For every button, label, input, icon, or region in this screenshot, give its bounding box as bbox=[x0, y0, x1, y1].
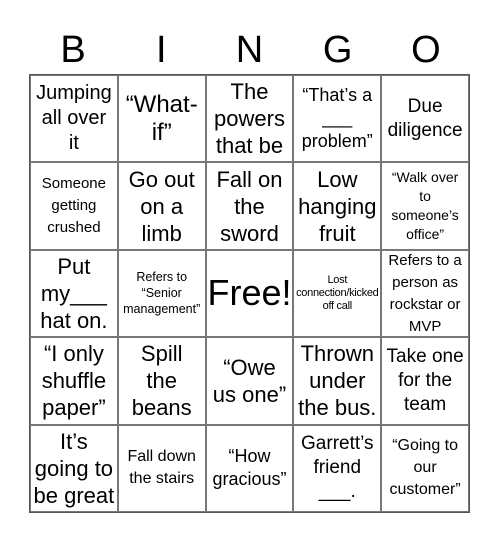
cell-text: “I only shuffle paper” bbox=[41, 341, 107, 421]
cell-text: The powers that be bbox=[214, 79, 285, 159]
bingo-cell[interactable]: “Walk over to someone’s office” bbox=[381, 162, 469, 250]
bingo-cell[interactable]: The powers that be bbox=[205, 75, 294, 163]
bingo-cell[interactable]: “How gracious” bbox=[205, 424, 294, 512]
free-space-cell[interactable]: Free! bbox=[205, 249, 294, 338]
bingo-cell[interactable]: “What- if” bbox=[117, 75, 206, 163]
cell-text: “Owe us one” bbox=[212, 354, 287, 407]
bingo-cell[interactable]: Put my___ hat on. bbox=[30, 249, 118, 338]
cell-text: Low hanging fruit bbox=[298, 166, 377, 246]
bingo-cell[interactable]: Lost connection/kicked off call bbox=[293, 249, 382, 338]
cell-text: “Going to our customer” bbox=[389, 437, 461, 499]
cell-text: “How gracious” bbox=[212, 446, 287, 490]
cell-text: “That’s a ___ problem” bbox=[301, 85, 373, 152]
cell-text: Fall down the stairs bbox=[127, 448, 196, 488]
bingo-cell[interactable]: Refers to a person as rockstar or MVP bbox=[381, 249, 469, 338]
header-letter-g: G bbox=[322, 29, 353, 71]
cell-text: Refers to “Senior management” bbox=[123, 270, 201, 317]
cell-text: Fall on the sword bbox=[216, 166, 283, 246]
cell-text: Go out on a limb bbox=[128, 166, 195, 246]
bingo-cell[interactable]: Due diligence bbox=[381, 75, 469, 163]
bingo-cell[interactable]: Fall down the stairs bbox=[117, 424, 206, 512]
cell-text: Someone getting crushed bbox=[41, 175, 106, 237]
bingo-cell[interactable]: Fall on the sword bbox=[205, 162, 294, 250]
bingo-cell[interactable]: “That’s a ___ problem” bbox=[293, 75, 382, 163]
cell-text: Lost connection/kicked off call bbox=[296, 273, 379, 312]
cell-text: “Walk over to someone’s office” bbox=[391, 169, 459, 243]
bingo-cell[interactable]: Someone getting crushed bbox=[30, 162, 118, 250]
cell-text: Spill the beans bbox=[131, 341, 192, 421]
cell-text: Due diligence bbox=[387, 95, 463, 141]
bingo-header: B I N G O bbox=[29, 26, 470, 74]
cell-text: Garrett’s friend ___. bbox=[301, 433, 374, 503]
bingo-cell[interactable]: Jumping all over it bbox=[30, 75, 118, 163]
bingo-cell[interactable]: It’s going to be great bbox=[30, 424, 118, 512]
bingo-cell[interactable]: Garrett’s friend ___. bbox=[293, 424, 382, 512]
cell-text: Refers to a person as rockstar or MVP bbox=[388, 251, 462, 335]
header-letter-n: N bbox=[235, 29, 264, 71]
header-letter-b: B bbox=[60, 29, 86, 71]
bingo-cell[interactable]: “Owe us one” bbox=[205, 337, 294, 425]
bingo-cell[interactable]: Take one for the team bbox=[381, 337, 469, 425]
bingo-grid: Jumping all over it “What- if” The power… bbox=[29, 74, 470, 513]
cell-text: Thrown under the bus. bbox=[298, 341, 377, 421]
bingo-cell[interactable]: Thrown under the bus. bbox=[293, 337, 382, 425]
free-space-text: Free! bbox=[207, 272, 292, 314]
cell-text: Put my___ hat on. bbox=[40, 253, 108, 333]
bingo-cell[interactable]: Spill the beans bbox=[117, 337, 206, 425]
bingo-cell[interactable]: “Going to our customer” bbox=[381, 424, 469, 512]
header-letter-i: I bbox=[156, 29, 167, 71]
cell-text: Jumping all over it bbox=[36, 82, 112, 155]
bingo-cell[interactable]: “I only shuffle paper” bbox=[30, 337, 118, 425]
cell-text: It’s going to be great bbox=[33, 428, 115, 508]
bingo-cell[interactable]: Go out on a limb bbox=[117, 162, 206, 250]
bingo-cell[interactable]: Low hanging fruit bbox=[293, 162, 382, 250]
cell-text: “What- if” bbox=[125, 90, 198, 146]
bingo-cell[interactable]: Refers to “Senior management” bbox=[117, 249, 206, 338]
header-letter-o: O bbox=[411, 29, 441, 71]
cell-text: Take one for the team bbox=[386, 345, 464, 415]
